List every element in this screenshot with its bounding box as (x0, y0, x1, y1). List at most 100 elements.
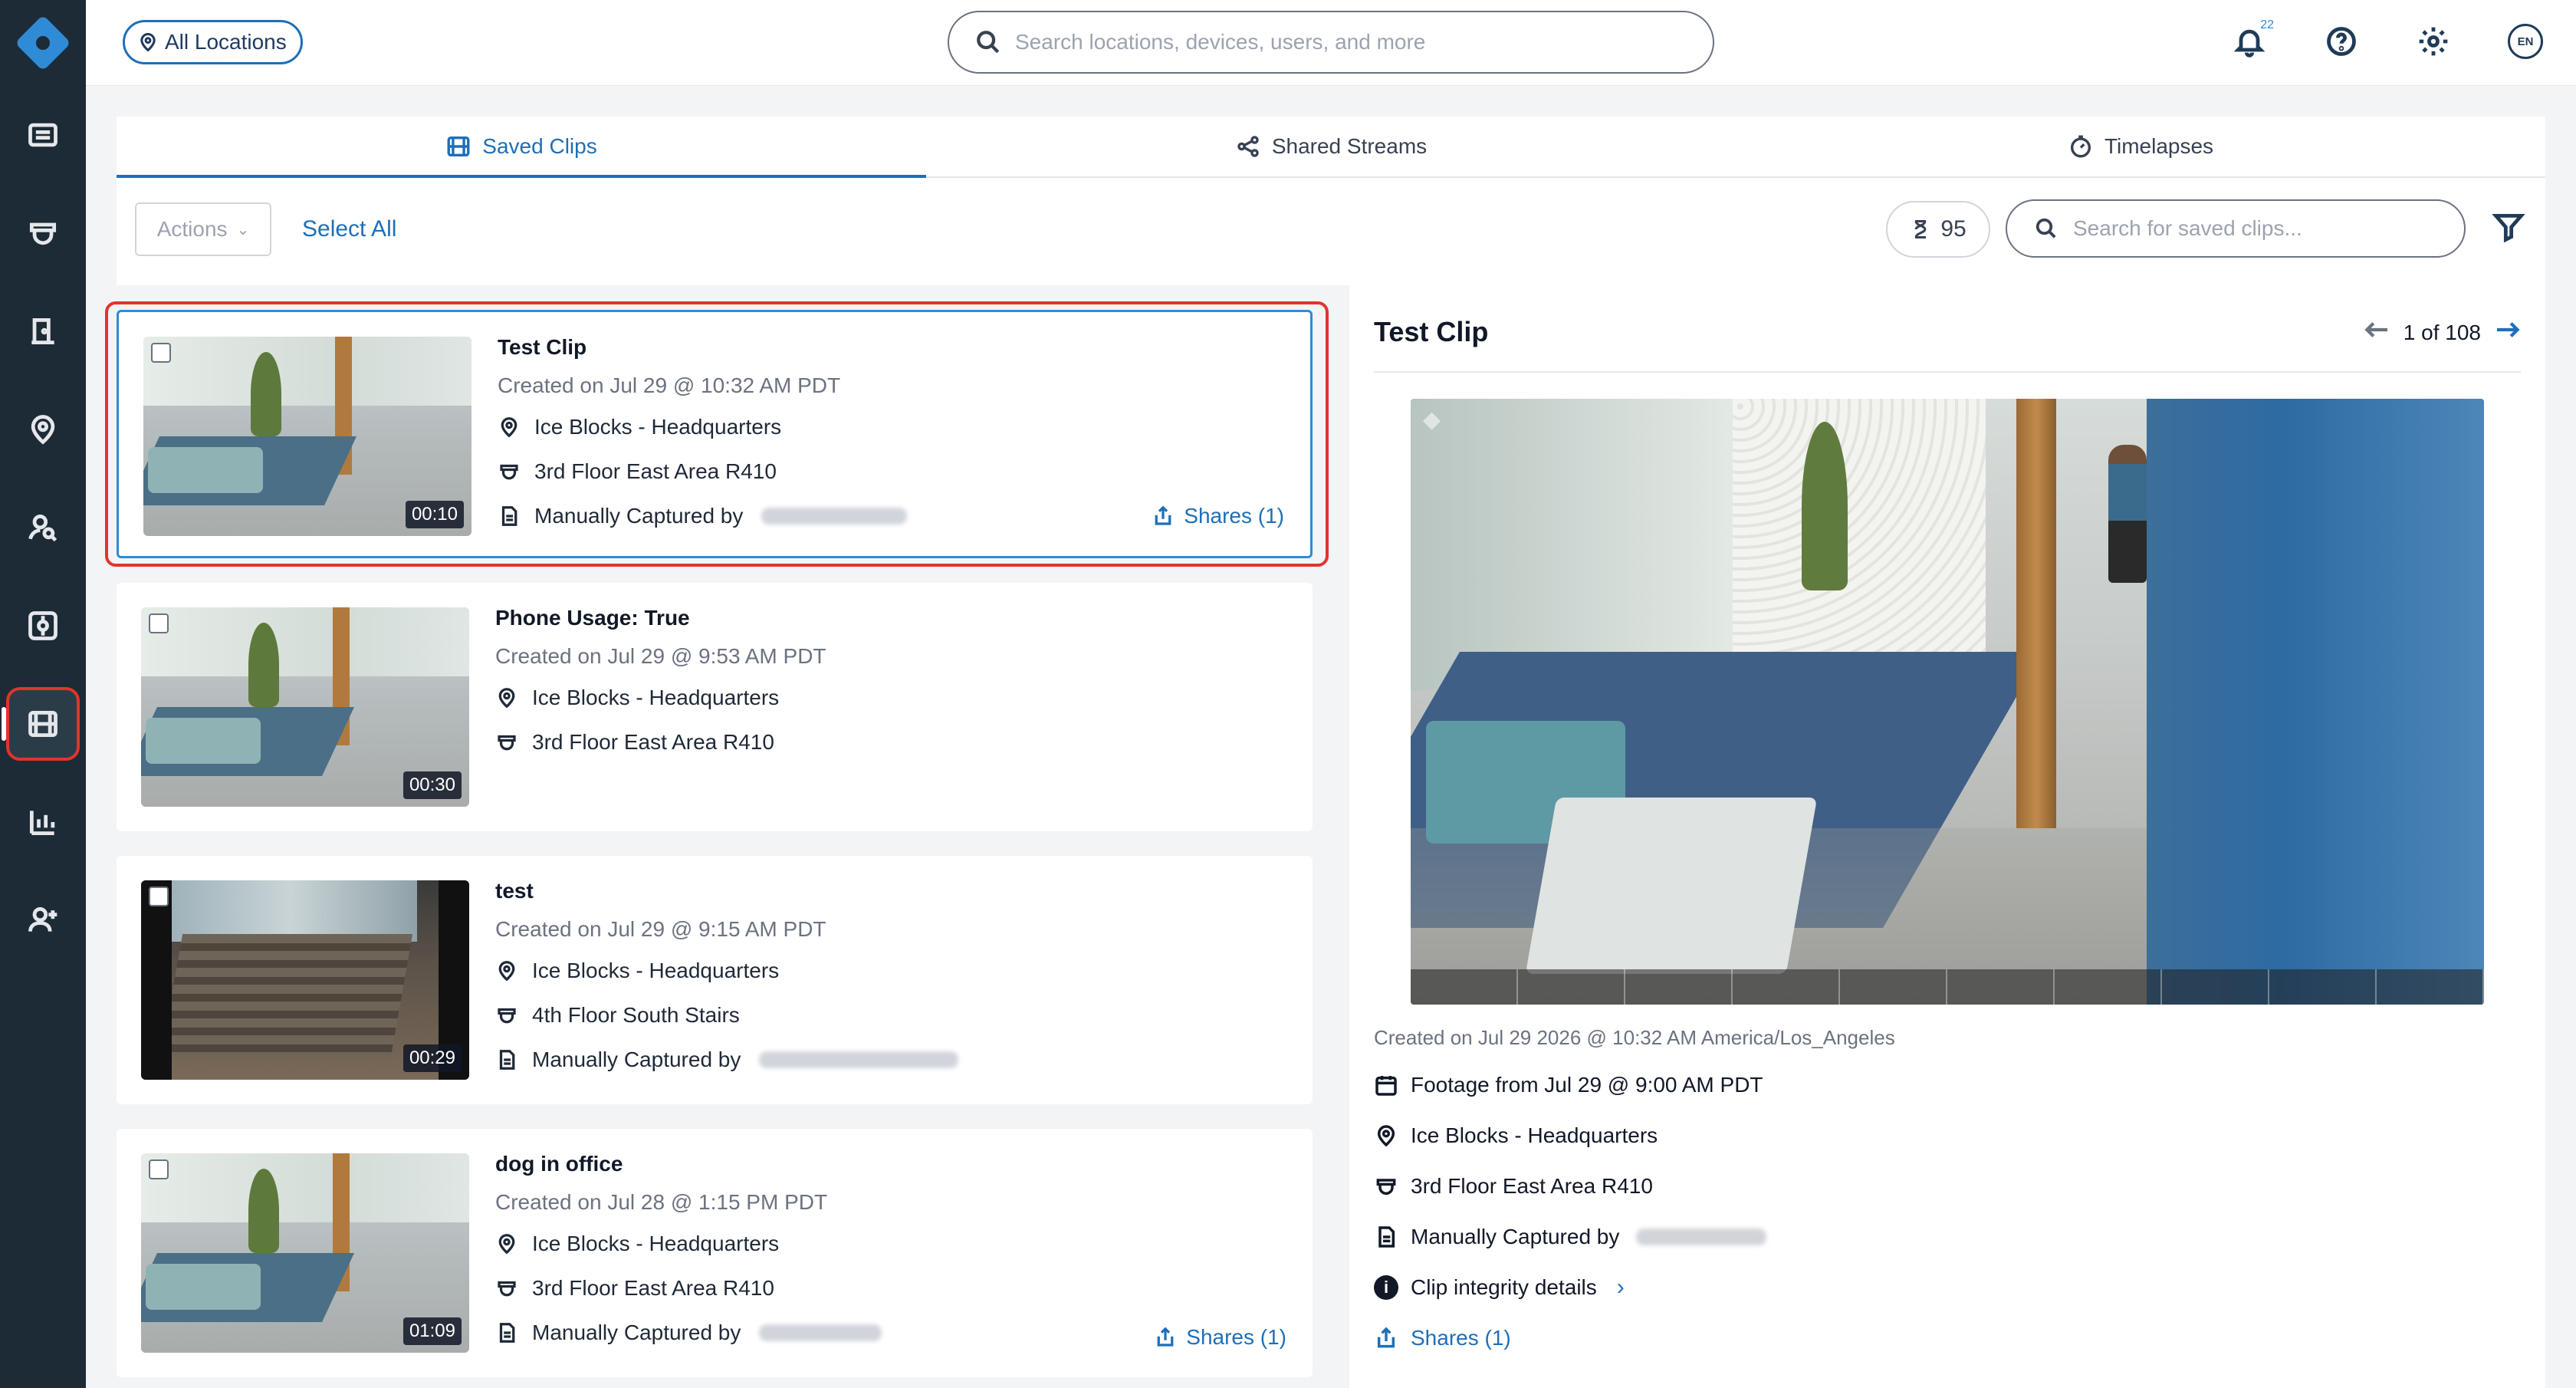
language-button[interactable]: EN (2505, 21, 2545, 61)
clip-duration: 00:30 (402, 771, 462, 799)
document-icon (499, 1323, 515, 1343)
detail-captured-by: Manually Captured by (1411, 1225, 1620, 1248)
arrow-right-icon (2497, 322, 2520, 337)
tab-label: Timelapses (2104, 134, 2214, 158)
location-pin-icon (1377, 1125, 1395, 1147)
document-icon (499, 1050, 515, 1070)
clip-captured-by: Manually Captured by (534, 504, 744, 528)
location-label: All Locations (165, 30, 287, 54)
detail-title: Test Clip (1374, 316, 1489, 347)
camera-icon (498, 1008, 516, 1024)
film-icon (447, 136, 470, 157)
camera-icon (498, 735, 516, 751)
clip-captured-by: Manually Captured by (532, 1048, 741, 1071)
redacted-user-name (759, 1324, 882, 1341)
tab-shared-streams[interactable]: Shared Streams (926, 117, 1736, 176)
clip-shares-link[interactable]: Shares (1) (1152, 504, 1284, 528)
actions-dropdown[interactable]: Actions ⌄ (135, 202, 271, 256)
app-logo[interactable] (0, 0, 86, 86)
select-all-link[interactable]: Select All (302, 216, 396, 242)
clip-thumbnail[interactable]: 00:29 (141, 880, 469, 1080)
location-selector[interactable]: All Locations (123, 20, 303, 64)
clip-camera: 3rd Floor East Area R410 (532, 730, 774, 754)
pager-label: 1 of 108 (2403, 320, 2481, 344)
nav-sensors-icon[interactable] (9, 592, 77, 659)
global-search-input[interactable]: Search locations, devices, users, and mo… (948, 11, 1714, 74)
clip-thumbnail[interactable]: 01:09 (141, 1153, 469, 1353)
tab-bar: Saved Clips Shared Streams Timelapses (117, 117, 2545, 178)
clip-card[interactable]: 00:30 Phone Usage: True Created on Jul 2… (117, 583, 1313, 831)
nav-dashboard-icon[interactable] (9, 101, 77, 169)
clip-card[interactable]: 00:10 Test Clip Created on Jul 29 @ 10:3… (105, 301, 1329, 567)
redacted-user-name (759, 1051, 959, 1068)
settings-button[interactable] (2413, 21, 2453, 61)
camera-icon (1376, 1179, 1396, 1195)
clip-shares-label: Shares (1) (1186, 1325, 1286, 1349)
calendar-icon (1375, 1076, 1397, 1096)
detail-created: Created on Jul 29 2026 @ 10:32 AM Americ… (1374, 1026, 1895, 1049)
nav-door-icon[interactable] (9, 298, 77, 365)
tab-timelapses[interactable]: Timelapses (1736, 117, 2545, 176)
help-button[interactable] (2321, 21, 2361, 61)
clip-title: Test Clip (498, 335, 587, 359)
nav-cameras-icon[interactable] (9, 199, 77, 267)
clip-location: Ice Blocks - Headquarters (532, 686, 780, 709)
clip-thumbnail[interactable]: 00:10 (143, 337, 472, 536)
tab-saved-clips[interactable]: Saved Clips (117, 117, 926, 178)
nav-analytics-icon[interactable] (9, 788, 77, 856)
clips-toolbar: Actions ⌄ Select All 95 Search for saved… (117, 178, 2545, 285)
clip-shares-label: Shares (1) (1184, 504, 1284, 528)
clip-title: test (495, 879, 534, 903)
camera-icon (498, 1281, 516, 1297)
clip-card[interactable]: 01:09 dog in office Created on Jul 28 @ … (117, 1129, 1313, 1377)
clip-integrity-link[interactable]: i Clip integrity details › (1374, 1274, 1895, 1301)
previous-clip-button[interactable] (2364, 319, 2390, 346)
help-icon (2327, 27, 2356, 56)
camera-brand-watermark-icon: ◆ (1423, 407, 1441, 433)
language-label: EN (2508, 24, 2543, 59)
clip-thumbnail[interactable]: 00:30 (141, 607, 469, 807)
video-timeline[interactable] (1411, 969, 2484, 1005)
clip-location: Ice Blocks - Headquarters (532, 1232, 780, 1255)
clip-duration: 01:09 (402, 1317, 462, 1345)
notifications-button[interactable]: 22 (2229, 18, 2274, 61)
gear-icon (2419, 27, 2448, 56)
clip-card[interactable]: 00:29 test Created on Jul 29 @ 9:15 AM P… (117, 856, 1313, 1104)
clip-pager: 1 of 108 (2364, 319, 2521, 346)
clip-checkbox[interactable] (151, 343, 171, 363)
clip-count-badge[interactable]: 95 (1886, 201, 1990, 258)
clip-created: Created on Jul 29 @ 9:53 AM PDT (495, 644, 826, 668)
nav-locations-icon[interactable] (9, 396, 77, 463)
sidebar (0, 0, 86, 1388)
clip-title: Phone Usage: True (495, 606, 690, 630)
detail-camera: 3rd Floor East Area R410 (1411, 1174, 1653, 1198)
arrow-left-icon (2364, 322, 2387, 337)
document-icon (501, 506, 518, 526)
clip-checkbox[interactable] (149, 886, 169, 906)
next-clip-button[interactable] (2495, 319, 2521, 346)
nav-clips-icon[interactable] (2, 687, 80, 761)
camera-icon (500, 464, 518, 480)
redacted-user-name (1636, 1228, 1767, 1245)
clip-created: Created on Jul 29 @ 10:32 AM PDT (498, 373, 841, 397)
location-pin-icon (140, 33, 156, 52)
clip-location: Ice Blocks - Headquarters (534, 415, 782, 439)
clip-count: 95 (1940, 216, 1967, 242)
global-search-placeholder: Search locations, devices, users, and mo… (1015, 30, 1426, 54)
clip-shares-link[interactable]: Shares (1) (1154, 1325, 1286, 1350)
clip-title: dog in office (495, 1152, 623, 1176)
nav-users-icon[interactable] (9, 886, 77, 954)
detail-shares-link[interactable]: Shares (1) (1374, 1324, 1895, 1352)
clip-search-placeholder: Search for saved clips... (2073, 216, 2302, 240)
clip-created: Created on Jul 29 @ 9:15 AM PDT (495, 917, 826, 941)
clip-search-input[interactable]: Search for saved clips... (2006, 199, 2466, 258)
nav-search-people-icon[interactable] (9, 494, 77, 561)
chevron-down-icon: ⌄ (236, 221, 250, 238)
top-bar: All Locations Search locations, devices,… (86, 0, 2576, 86)
clip-checkbox[interactable] (149, 1159, 169, 1179)
video-player[interactable]: ◆ (1411, 399, 2484, 1005)
saved-clips-page: Saved Clips Shared Streams Timelapses Ac… (105, 117, 2545, 1388)
clip-checkbox[interactable] (149, 613, 169, 633)
clip-duration: 00:29 (402, 1044, 462, 1072)
filter-button[interactable] (2492, 210, 2527, 245)
